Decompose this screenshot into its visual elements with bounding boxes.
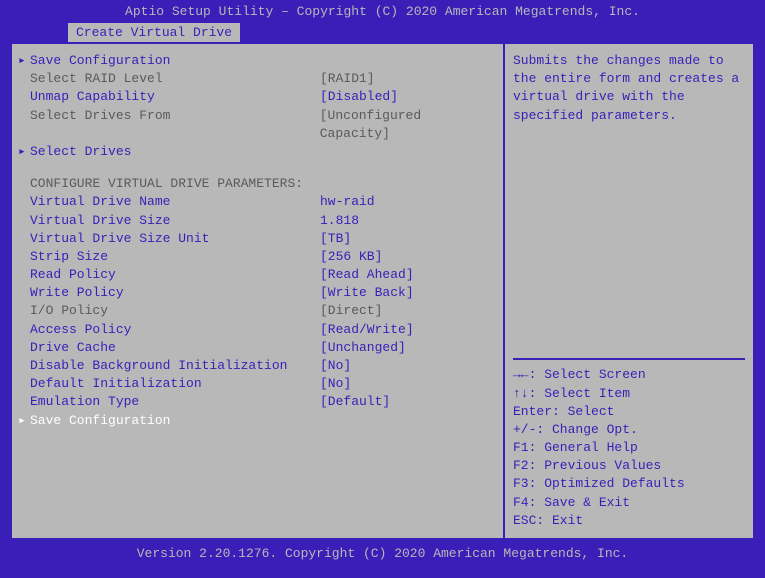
menu-value: [Default] bbox=[320, 393, 390, 411]
menu-item-drive-cache[interactable]: Drive Cache [Unchanged] bbox=[16, 339, 499, 357]
menu-value: [256 KB] bbox=[320, 248, 382, 266]
menu-item-save-configuration-selected[interactable]: Save Configuration bbox=[16, 412, 499, 430]
menu-label: Drive Cache bbox=[30, 339, 320, 357]
menu-label: Save Configuration bbox=[30, 52, 320, 70]
menu-label: Virtual Drive Name bbox=[30, 193, 320, 211]
menu-value: 1.818 bbox=[320, 212, 359, 230]
menu-label: Virtual Drive Size Unit bbox=[30, 230, 320, 248]
hint-enter-select: Enter: Select bbox=[513, 403, 745, 421]
menu-value: hw-raid bbox=[320, 193, 375, 211]
menu-label: I/O Policy bbox=[30, 302, 320, 320]
menu-value: [Read/Write] bbox=[320, 321, 414, 339]
menu-item-access-policy[interactable]: Access Policy [Read/Write] bbox=[16, 321, 499, 339]
menu-value: [No] bbox=[320, 357, 351, 375]
menu-item-select-drives-from[interactable]: Select Drives From [Unconfigured Capacit… bbox=[16, 107, 499, 143]
menu-value: [RAID1] bbox=[320, 70, 375, 88]
tab-create-virtual-drive[interactable]: Create Virtual Drive bbox=[68, 23, 240, 42]
tab-bar: Create Virtual Drive bbox=[0, 23, 765, 42]
menu-label: Select RAID Level bbox=[30, 70, 320, 88]
menu-label: Save Configuration bbox=[30, 412, 320, 430]
menu-item-virtual-drive-name[interactable]: Virtual Drive Name hw-raid bbox=[16, 193, 499, 211]
menu-value: [Write Back] bbox=[320, 284, 414, 302]
menu-item-write-policy[interactable]: Write Policy [Write Back] bbox=[16, 284, 499, 302]
menu-item-save-configuration-top[interactable]: Save Configuration bbox=[16, 52, 499, 70]
menu-value: [Read Ahead] bbox=[320, 266, 414, 284]
menu-item-emulation-type[interactable]: Emulation Type [Default] bbox=[16, 393, 499, 411]
hint-select-item: ↑↓: Select Item bbox=[513, 385, 745, 403]
section-header: CONFIGURE VIRTUAL DRIVE PARAMETERS: bbox=[16, 175, 499, 193]
hint-f2: F2: Previous Values bbox=[513, 457, 745, 475]
menu-value: [No] bbox=[320, 375, 351, 393]
menu-value: [Unchanged] bbox=[320, 339, 406, 357]
menu-label: Strip Size bbox=[30, 248, 320, 266]
menu-label: Emulation Type bbox=[30, 393, 320, 411]
menu-value: [TB] bbox=[320, 230, 351, 248]
menu-label: Write Policy bbox=[30, 284, 320, 302]
footer-bar: Version 2.20.1276. Copyright (C) 2020 Am… bbox=[0, 540, 765, 565]
menu-item-select-raid-level[interactable]: Select RAID Level [RAID1] bbox=[16, 70, 499, 88]
menu-label: Read Policy bbox=[30, 266, 320, 284]
hint-change-opt: +/-: Change Opt. bbox=[513, 421, 745, 439]
help-panel: Submits the changes made to the entire f… bbox=[505, 44, 753, 538]
menu-item-strip-size[interactable]: Strip Size [256 KB] bbox=[16, 248, 499, 266]
hint-f3: F3: Optimized Defaults bbox=[513, 475, 745, 493]
menu-item-virtual-drive-size[interactable]: Virtual Drive Size 1.818 bbox=[16, 212, 499, 230]
title-bar: Aptio Setup Utility – Copyright (C) 2020… bbox=[0, 0, 765, 23]
menu-value: [Unconfigured Capacity] bbox=[320, 107, 499, 143]
hint-esc: ESC: Exit bbox=[513, 512, 745, 530]
hint-f4: F4: Save & Exit bbox=[513, 494, 745, 512]
menu-value: [Disabled] bbox=[320, 88, 398, 106]
menu-panel: Save Configuration Select RAID Level [RA… bbox=[12, 44, 505, 538]
menu-label: Select Drives bbox=[30, 143, 320, 161]
menu-label: Select Drives From bbox=[30, 107, 320, 143]
menu-label: Default Initialization bbox=[30, 375, 320, 393]
menu-label: Access Policy bbox=[30, 321, 320, 339]
menu-value: [Direct] bbox=[320, 302, 382, 320]
hint-select-screen: →←: Select Screen bbox=[513, 366, 745, 384]
main-area: Save Configuration Select RAID Level [RA… bbox=[10, 42, 755, 540]
menu-label: Virtual Drive Size bbox=[30, 212, 320, 230]
key-hints: →←: Select Screen ↑↓: Select Item Enter:… bbox=[513, 358, 745, 530]
menu-item-unmap-capability[interactable]: Unmap Capability [Disabled] bbox=[16, 88, 499, 106]
menu-item-io-policy[interactable]: I/O Policy [Direct] bbox=[16, 302, 499, 320]
menu-item-default-init[interactable]: Default Initialization [No] bbox=[16, 375, 499, 393]
menu-label: Unmap Capability bbox=[30, 88, 320, 106]
menu-item-virtual-drive-size-unit[interactable]: Virtual Drive Size Unit [TB] bbox=[16, 230, 499, 248]
hint-f1: F1: General Help bbox=[513, 439, 745, 457]
menu-item-read-policy[interactable]: Read Policy [Read Ahead] bbox=[16, 266, 499, 284]
footer-text: Version 2.20.1276. Copyright (C) 2020 Am… bbox=[137, 546, 628, 561]
menu-item-select-drives[interactable]: Select Drives bbox=[16, 143, 499, 161]
menu-label: Disable Background Initialization bbox=[30, 357, 320, 375]
menu-item-disable-bg-init[interactable]: Disable Background Initialization [No] bbox=[16, 357, 499, 375]
help-text: Submits the changes made to the entire f… bbox=[513, 52, 745, 358]
header-title: Aptio Setup Utility – Copyright (C) 2020… bbox=[125, 4, 640, 19]
